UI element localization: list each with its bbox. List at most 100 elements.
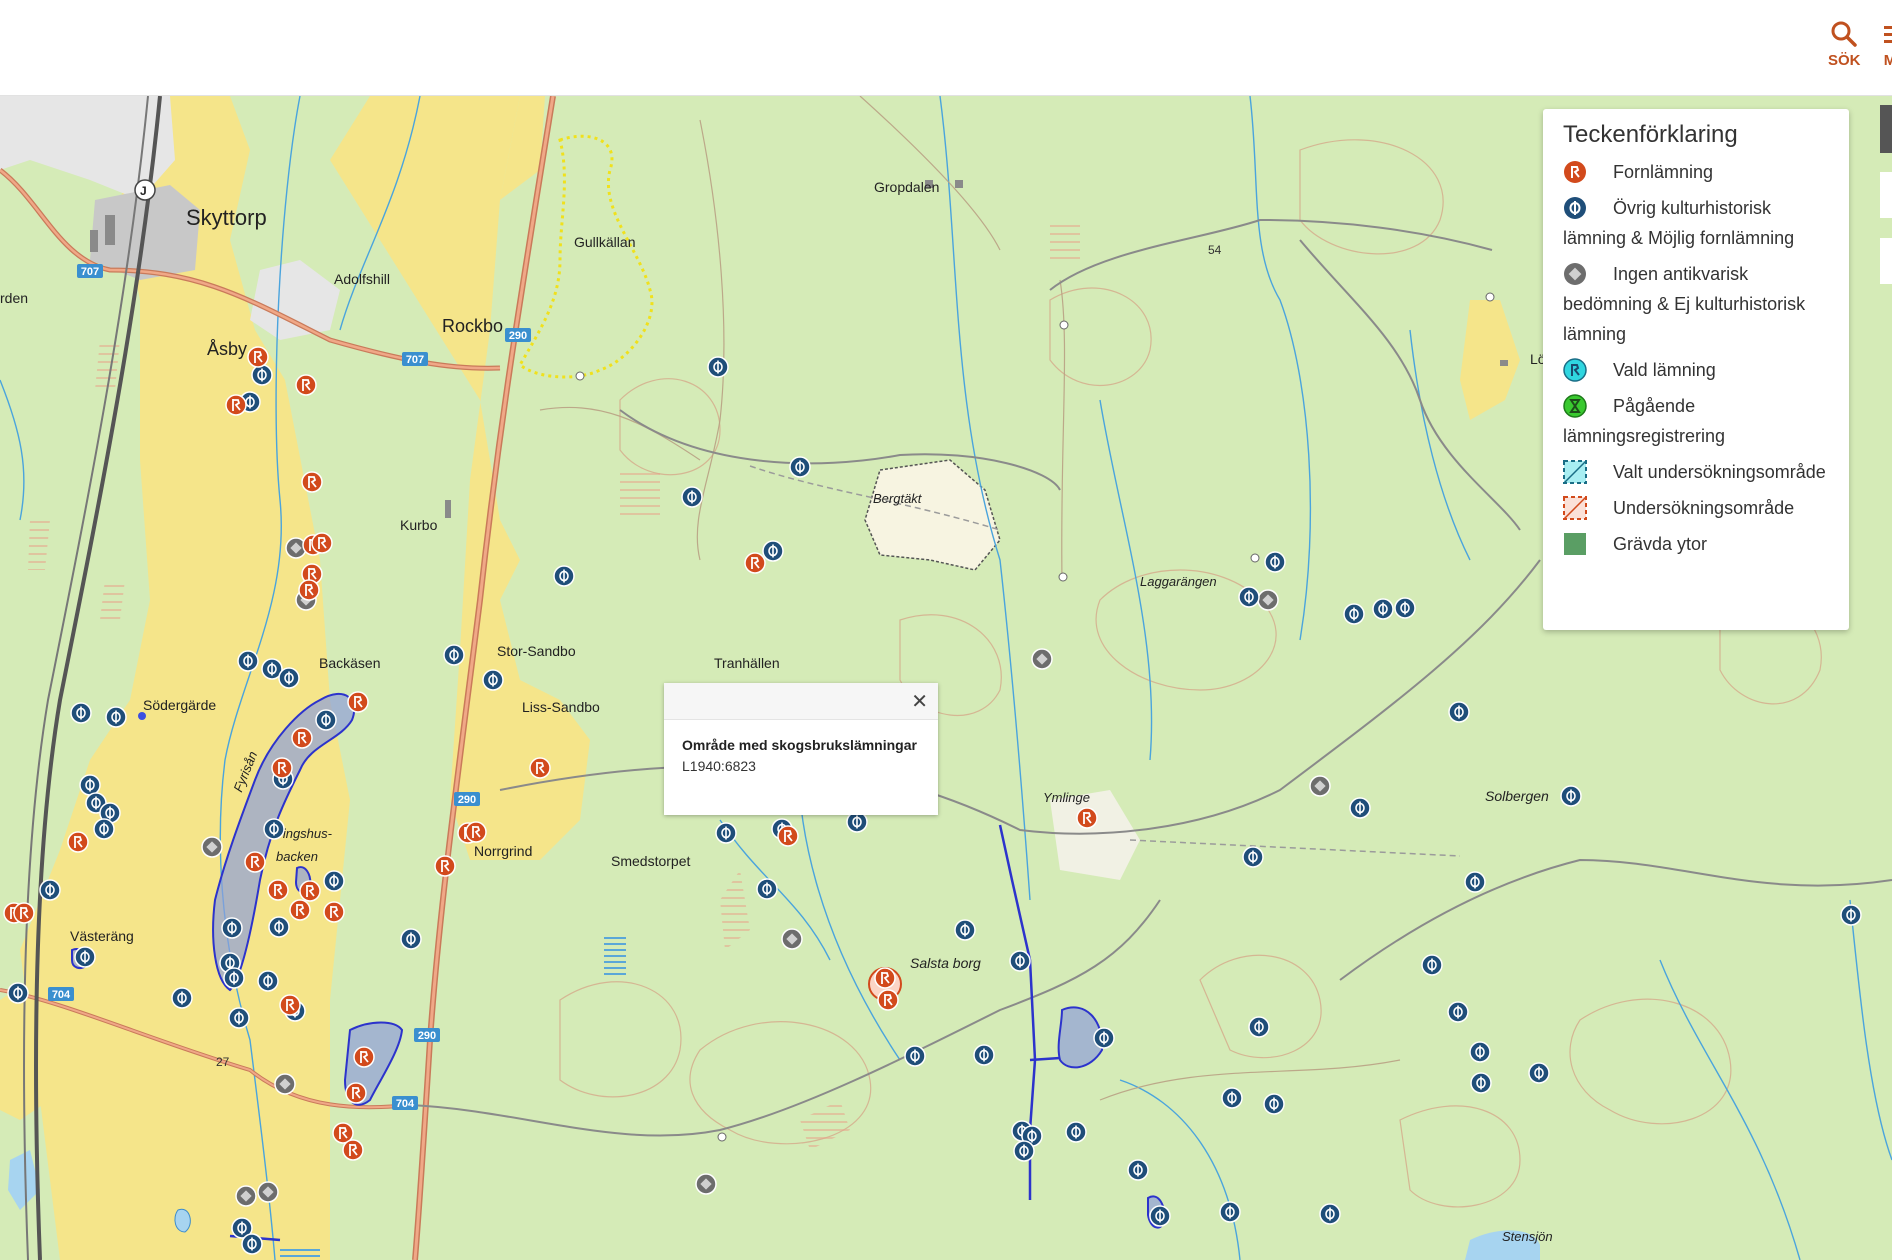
- ovrig-marker[interactable]: [400, 928, 422, 950]
- ovrig-marker[interactable]: [1560, 785, 1582, 807]
- ovrig-marker[interactable]: [7, 982, 29, 1004]
- ovrig-marker[interactable]: [1448, 701, 1470, 723]
- ingen-marker[interactable]: [235, 1185, 257, 1207]
- ovrig-marker[interactable]: [39, 879, 61, 901]
- forn-marker[interactable]: [434, 855, 456, 877]
- ingen-marker[interactable]: [274, 1073, 296, 1095]
- map-control-button[interactable]: [1880, 172, 1892, 218]
- ingen-marker[interactable]: [695, 1173, 717, 1195]
- ovrig-marker[interactable]: [1372, 598, 1394, 620]
- forn-marker[interactable]: [267, 879, 289, 901]
- ovrig-marker[interactable]: [1264, 551, 1286, 573]
- ovrig-marker[interactable]: [1464, 871, 1486, 893]
- forn-marker[interactable]: [777, 825, 799, 847]
- close-icon[interactable]: ✕: [911, 689, 928, 714]
- forn-marker[interactable]: [225, 394, 247, 416]
- ovrig-marker[interactable]: [323, 870, 345, 892]
- ingen-marker[interactable]: [201, 836, 223, 858]
- ovrig-marker[interactable]: [789, 456, 811, 478]
- ovrig-marker[interactable]: [1219, 1201, 1241, 1223]
- forn-marker[interactable]: [311, 532, 333, 554]
- forn-marker[interactable]: [874, 967, 896, 989]
- ovrig-marker[interactable]: [278, 667, 300, 689]
- ingen-marker[interactable]: [257, 1181, 279, 1203]
- ovrig-marker[interactable]: [221, 917, 243, 939]
- ovrig-marker[interactable]: [268, 916, 290, 938]
- ovrig-marker[interactable]: [681, 486, 703, 508]
- forn-marker[interactable]: [67, 831, 89, 853]
- ovrig-marker[interactable]: [1221, 1087, 1243, 1109]
- forn-marker[interactable]: [301, 471, 323, 493]
- forn-marker[interactable]: [247, 346, 269, 368]
- ovrig-marker[interactable]: [1013, 1140, 1035, 1162]
- forn-marker[interactable]: [279, 994, 301, 1016]
- menu-button[interactable]: M: [1880, 20, 1892, 69]
- ovrig-marker[interactable]: [904, 1045, 926, 1067]
- ovrig-marker[interactable]: [482, 669, 504, 691]
- ovrig-marker[interactable]: [93, 818, 115, 840]
- forn-marker[interactable]: [299, 880, 321, 902]
- forn-marker[interactable]: [529, 757, 551, 779]
- forn-marker[interactable]: [13, 902, 35, 924]
- ingen-marker[interactable]: [781, 928, 803, 950]
- forn-marker[interactable]: [353, 1046, 375, 1068]
- ovrig-marker[interactable]: [171, 987, 193, 1009]
- forn-marker[interactable]: [877, 989, 899, 1011]
- ovrig-marker[interactable]: [241, 1233, 263, 1255]
- ovrig-marker[interactable]: [756, 878, 778, 900]
- forn-marker[interactable]: [342, 1139, 364, 1161]
- ovrig-marker[interactable]: [263, 818, 285, 840]
- ovrig-marker[interactable]: [1009, 950, 1031, 972]
- ovrig-marker[interactable]: [715, 822, 737, 844]
- ovrig-marker[interactable]: [1421, 954, 1443, 976]
- ingen-marker[interactable]: [1309, 775, 1331, 797]
- ovrig-marker[interactable]: [553, 565, 575, 587]
- ovrig-marker[interactable]: [1470, 1072, 1492, 1094]
- forn-marker[interactable]: [345, 1082, 367, 1104]
- forn-marker[interactable]: [347, 691, 369, 713]
- ovrig-marker[interactable]: [846, 811, 868, 833]
- ovrig-marker[interactable]: [237, 650, 259, 672]
- ovrig-marker[interactable]: [74, 946, 96, 968]
- ovrig-marker[interactable]: [443, 644, 465, 666]
- ovrig-marker[interactable]: [1065, 1121, 1087, 1143]
- ovrig-marker[interactable]: [1093, 1027, 1115, 1049]
- ovrig-marker[interactable]: [1343, 603, 1365, 625]
- ovrig-marker[interactable]: [1242, 846, 1264, 868]
- forn-marker[interactable]: [291, 727, 313, 749]
- ingen-marker[interactable]: [1031, 648, 1053, 670]
- ovrig-marker[interactable]: [1349, 797, 1371, 819]
- ovrig-marker[interactable]: [954, 919, 976, 941]
- ovrig-marker[interactable]: [1394, 597, 1416, 619]
- forn-marker[interactable]: [244, 851, 266, 873]
- ovrig-marker[interactable]: [1238, 586, 1260, 608]
- ovrig-marker[interactable]: [251, 364, 273, 386]
- map-control-button[interactable]: [1880, 238, 1892, 284]
- ovrig-marker[interactable]: [1319, 1203, 1341, 1225]
- forn-marker[interactable]: [298, 579, 320, 601]
- ovrig-marker[interactable]: [707, 356, 729, 378]
- ovrig-marker[interactable]: [223, 967, 245, 989]
- ovrig-marker[interactable]: [70, 702, 92, 724]
- ovrig-marker[interactable]: [257, 970, 279, 992]
- layer-toggle-handle[interactable]: [1880, 105, 1892, 153]
- forn-marker[interactable]: [323, 901, 345, 923]
- ovrig-marker[interactable]: [1248, 1016, 1270, 1038]
- forn-marker[interactable]: [465, 821, 487, 843]
- ovrig-marker[interactable]: [1469, 1041, 1491, 1063]
- ovrig-marker[interactable]: [1447, 1001, 1469, 1023]
- ovrig-marker[interactable]: [1149, 1205, 1171, 1227]
- ovrig-marker[interactable]: [1127, 1159, 1149, 1181]
- ovrig-marker[interactable]: [1840, 904, 1862, 926]
- ovrig-marker[interactable]: [762, 540, 784, 562]
- forn-marker[interactable]: [295, 374, 317, 396]
- ovrig-marker[interactable]: [228, 1007, 250, 1029]
- search-button[interactable]: SÖK: [1828, 20, 1861, 69]
- forn-marker[interactable]: [1076, 807, 1098, 829]
- forn-marker[interactable]: [271, 757, 293, 779]
- ovrig-marker[interactable]: [105, 706, 127, 728]
- ovrig-marker[interactable]: [79, 774, 101, 796]
- ovrig-marker[interactable]: [1528, 1062, 1550, 1084]
- ovrig-marker[interactable]: [973, 1044, 995, 1066]
- forn-marker[interactable]: [289, 899, 311, 921]
